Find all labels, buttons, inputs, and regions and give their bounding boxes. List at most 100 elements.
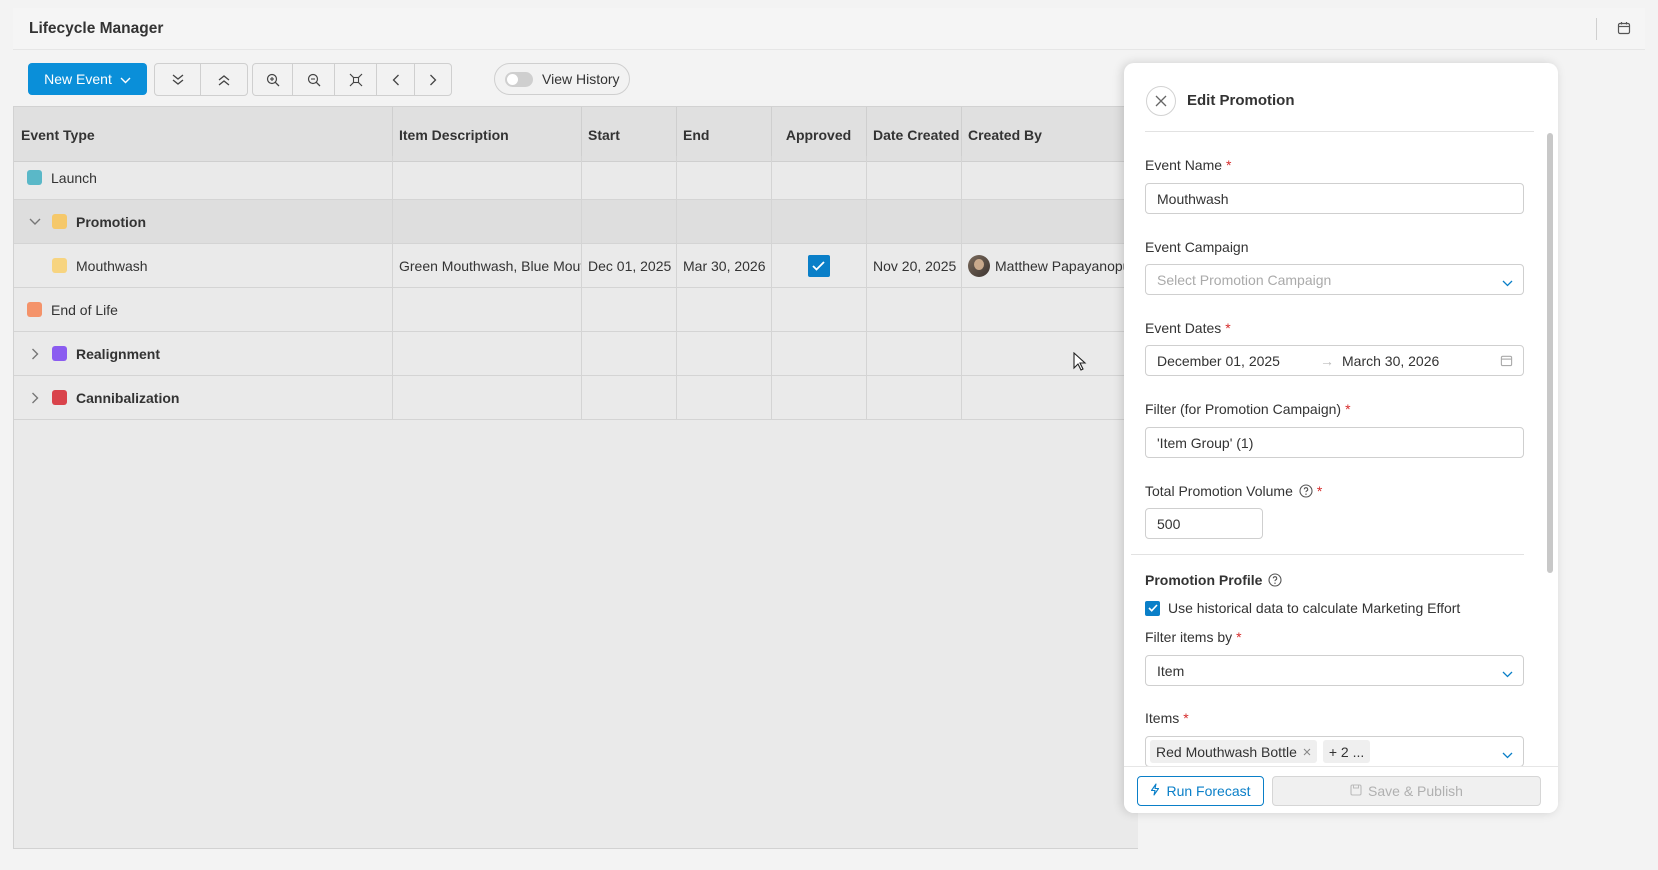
next-icon[interactable] [415, 64, 451, 95]
edit-promotion-panel: Edit Promotion Event Name * Mouthwash Eve… [1124, 63, 1558, 813]
events-grid: Event Type Item Description Start End Ap… [13, 106, 1138, 849]
table-row[interactable]: Promotion [14, 200, 1138, 244]
app-title: Lifecycle Manager [29, 20, 164, 37]
zoom-in-icon[interactable] [253, 64, 293, 95]
event-type-label: Realignment [76, 345, 161, 362]
new-event-label: New Event [44, 71, 112, 87]
prev-icon[interactable] [377, 64, 415, 95]
volume-field[interactable]: 500 [1145, 508, 1263, 539]
items-multiselect[interactable]: Red Mouthwash Bottle + 2 ... [1145, 736, 1524, 767]
approved-cell [771, 288, 867, 331]
approved-cell [771, 244, 867, 287]
more-items-tag[interactable]: + 2 ... [1322, 740, 1371, 763]
required-marker: * [1345, 401, 1351, 417]
chevron-down-icon[interactable] [28, 218, 42, 226]
item-description-cell [392, 332, 582, 375]
event-type-label: Promotion [76, 213, 146, 230]
save-icon [1350, 783, 1362, 799]
toggle-switch-icon[interactable] [505, 71, 533, 87]
panel-title: Edit Promotion [1187, 92, 1295, 109]
approved-cell [771, 332, 867, 375]
table-row[interactable]: End of Life [14, 288, 1138, 332]
required-marker: * [1316, 483, 1323, 499]
date-created-cell [866, 332, 962, 375]
filter-items-by-select[interactable]: Item [1145, 655, 1524, 686]
filter-items-by-value: Item [1157, 662, 1185, 679]
event-type-label: Cannibalization [76, 389, 180, 406]
end-cell [676, 332, 772, 375]
event-dates-label-text: Event Dates [1145, 320, 1222, 336]
filter-items-by-label: Filter items by * [1145, 629, 1242, 645]
date-created-cell [866, 200, 962, 243]
table-row[interactable]: Cannibalization [14, 376, 1138, 420]
col-header-item-description[interactable]: Item Description [392, 107, 582, 162]
help-icon[interactable] [1299, 484, 1313, 498]
required-marker: * [1183, 710, 1189, 726]
panel-scrollbar[interactable] [1547, 133, 1553, 573]
event-type-label: Mouthwash [76, 257, 148, 274]
item-tag-label: Red Mouthwash Bottle [1156, 743, 1297, 760]
chevron-right-icon[interactable] [28, 348, 42, 360]
end-date-value[interactable]: March 30, 2026 [1342, 353, 1439, 369]
save-publish-label: Save & Publish [1368, 783, 1463, 799]
approved-checkbox[interactable] [807, 254, 830, 277]
approved-cell [771, 156, 867, 199]
chevron-right-icon[interactable] [28, 392, 42, 404]
expand-collapse-group [154, 63, 248, 96]
zoom-out-icon[interactable] [293, 64, 335, 95]
end-cell [676, 200, 772, 243]
volume-label-text: Total Promotion Volume [1145, 483, 1293, 499]
view-history-toggle[interactable]: View History [494, 63, 630, 95]
col-header-event-type[interactable]: Event Type [14, 107, 393, 162]
divider [1145, 131, 1534, 132]
mouse-cursor-icon [1073, 351, 1087, 375]
col-header-date-created[interactable]: Date Created [866, 107, 962, 162]
start-cell: Dec 01, 2025 [581, 244, 677, 287]
use-historical-checkbox[interactable] [1145, 600, 1160, 616]
start-date-value[interactable]: December 01, 2025 [1157, 353, 1320, 369]
date-created-cell: Nov 20, 2025 [866, 244, 962, 287]
fit-icon[interactable] [335, 64, 377, 95]
event-name-field[interactable]: Mouthwash [1145, 183, 1524, 214]
col-header-end[interactable]: End [676, 107, 772, 162]
table-row[interactable]: Realignment [14, 332, 1138, 376]
chevron-down-icon [1502, 274, 1513, 290]
filter-field[interactable]: 'Item Group' (1) [1145, 427, 1524, 458]
event-dates-label: Event Dates * [1145, 320, 1231, 336]
collapse-all-icon[interactable] [155, 64, 201, 95]
expand-all-icon[interactable] [201, 64, 247, 95]
event-type-cell: Realignment [14, 332, 393, 375]
item-tag[interactable]: Red Mouthwash Bottle [1150, 740, 1317, 763]
chevron-down-icon [1502, 665, 1513, 681]
new-event-button[interactable]: New Event [28, 63, 147, 95]
col-header-created-by[interactable]: Created By [961, 107, 1138, 162]
volume-value: 500 [1157, 515, 1181, 532]
event-type-label: Launch [51, 169, 97, 186]
calendar-icon[interactable] [1617, 21, 1631, 38]
start-cell [581, 376, 677, 419]
use-historical-row[interactable]: Use historical data to calculate Marketi… [1145, 600, 1460, 616]
col-header-approved[interactable]: Approved [771, 107, 867, 162]
item-description-cell [392, 200, 582, 243]
end-cell: Mar 30, 2026 [676, 244, 772, 287]
end-cell [676, 156, 772, 199]
item-description-cell [392, 156, 582, 199]
remove-tag-icon[interactable] [1303, 748, 1311, 756]
event-campaign-placeholder: Select Promotion Campaign [1157, 271, 1332, 288]
run-forecast-button[interactable]: Run Forecast [1137, 776, 1264, 806]
date-created-cell [866, 288, 962, 331]
table-row[interactable]: Mouthwash Green Mouthwash, Blue Mouthwas… [14, 244, 1138, 288]
promotion-profile-title: Promotion Profile [1145, 572, 1263, 588]
close-icon[interactable] [1146, 86, 1176, 116]
event-campaign-select[interactable]: Select Promotion Campaign [1145, 264, 1524, 295]
event-dates-range[interactable]: December 01, 2025 → March 30, 2026 [1145, 345, 1524, 376]
lightning-icon [1150, 783, 1160, 799]
help-icon[interactable] [1268, 573, 1283, 587]
save-publish-button[interactable]: Save & Publish [1272, 776, 1541, 806]
start-cell [581, 332, 677, 375]
col-header-start[interactable]: Start [581, 107, 677, 162]
created-by-cell: Matthew Papayanopulos [961, 244, 1138, 287]
table-row[interactable]: Launch [14, 156, 1138, 200]
created-by-name: Matthew Papayanopulos [995, 257, 1138, 274]
header-divider [1596, 18, 1597, 40]
